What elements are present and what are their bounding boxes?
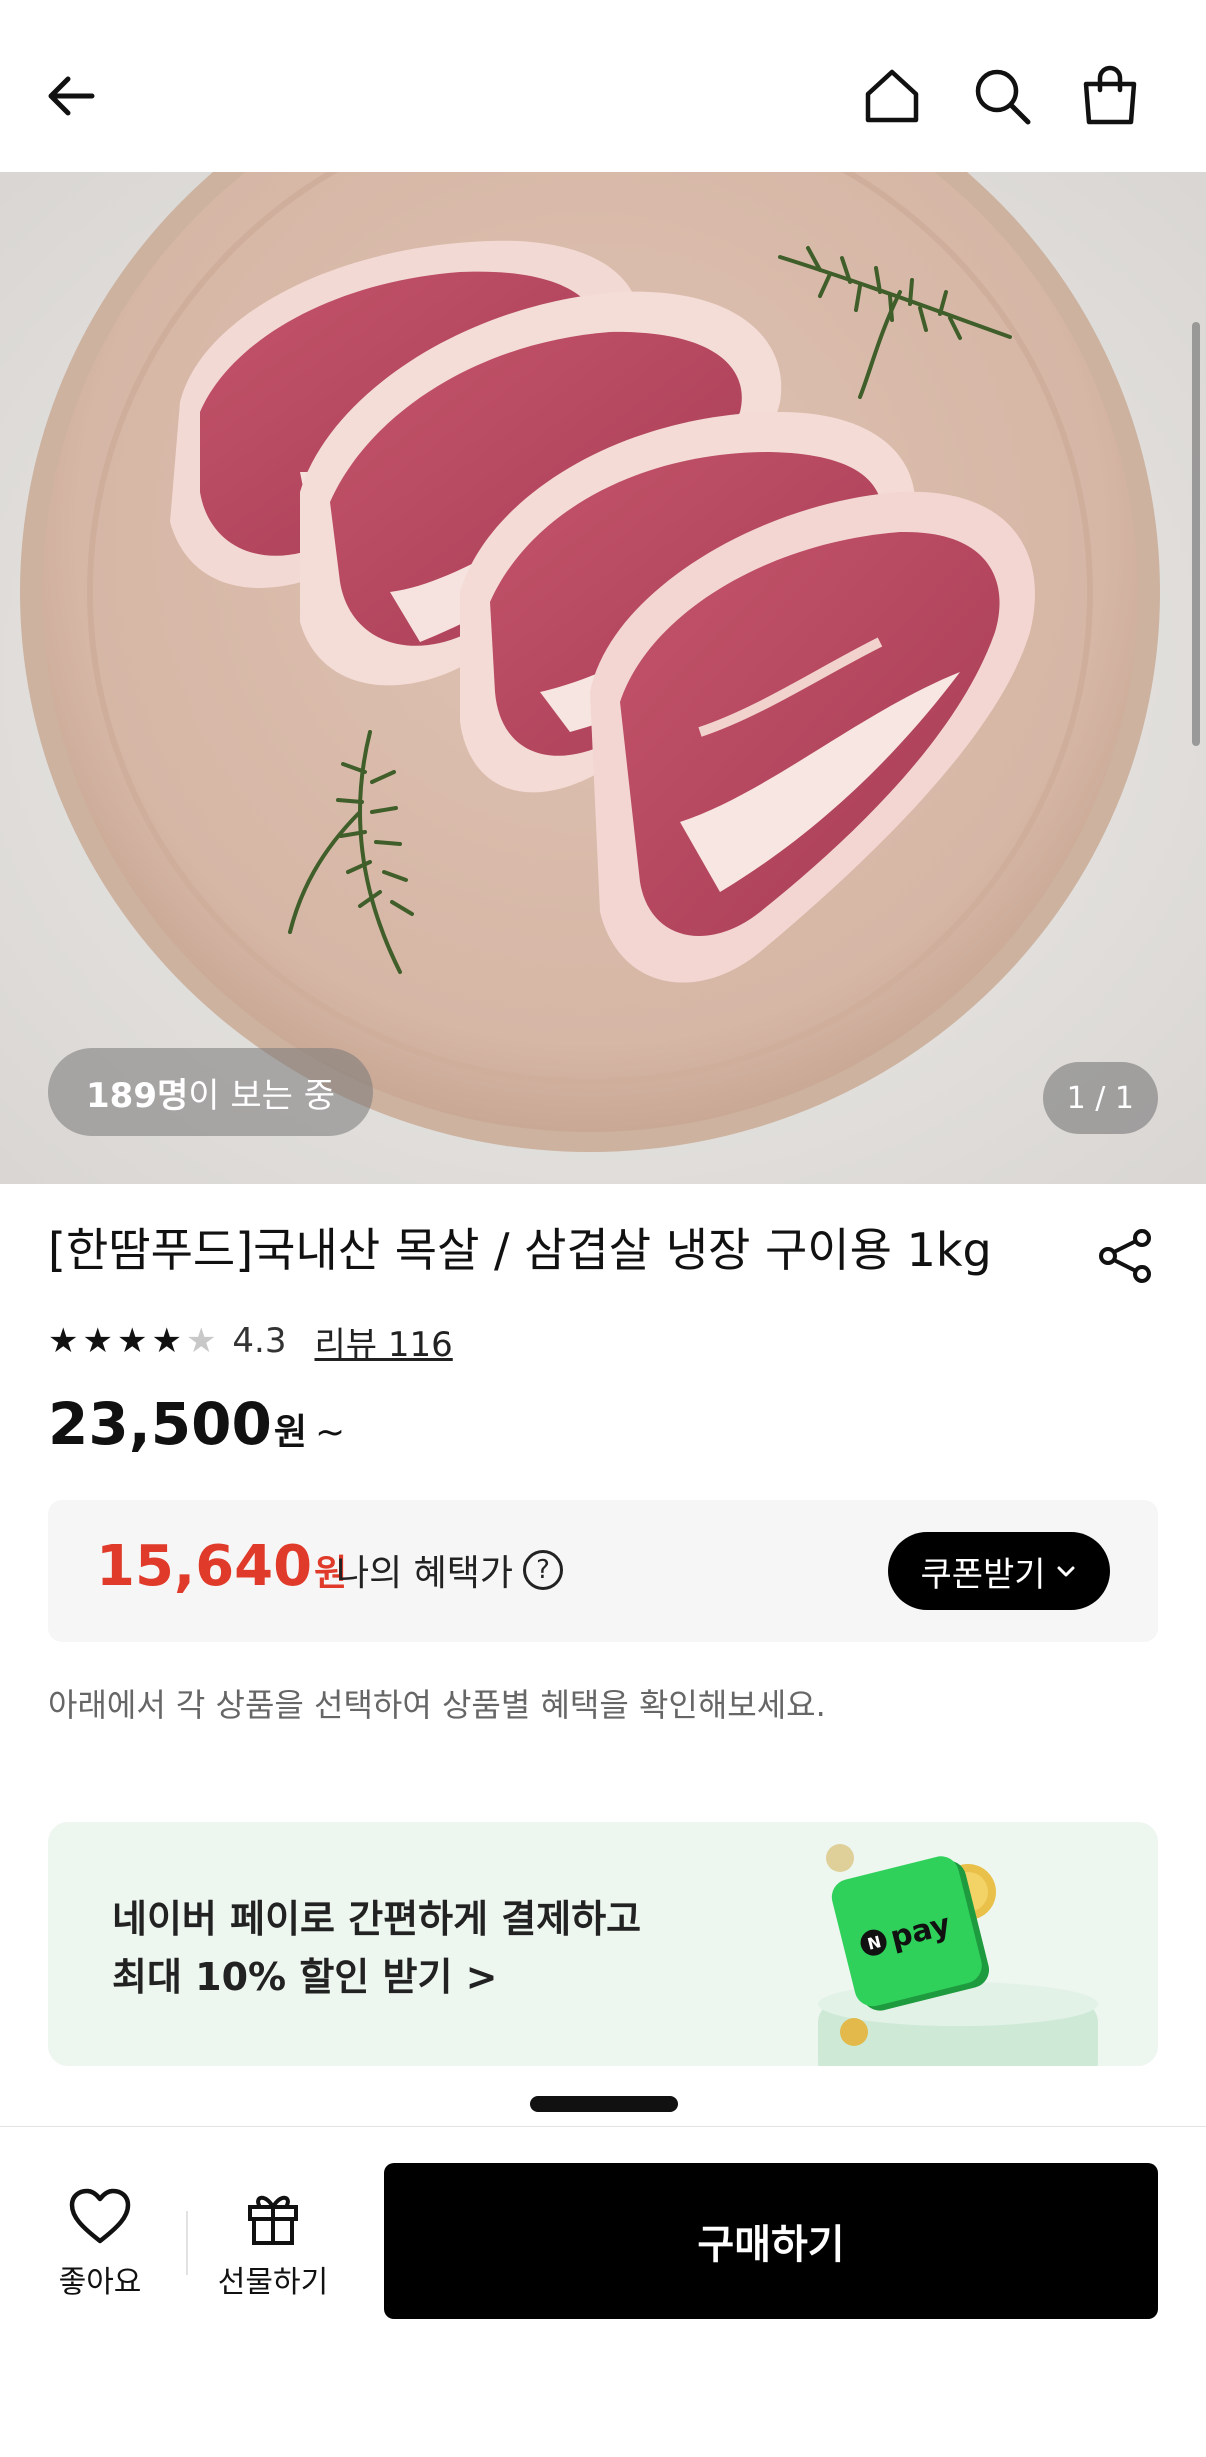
search-icon [975,69,1031,125]
help-icon[interactable]: ? [523,1550,564,1590]
like-label: 좋아요 [58,2265,142,2300]
price-unit: 원 [273,1412,307,1453]
npay-badge-illustration: N pay [818,1844,1098,2066]
chevron-down-icon [1057,1566,1075,1577]
share-icon [1099,1229,1151,1283]
review-link[interactable]: 리뷰 116 [315,1317,453,1366]
image-pager: 1 / 1 [1042,1062,1158,1134]
page-scrollbar[interactable] [1192,322,1200,746]
star-icon: ★ [151,1321,182,1361]
product-photo [0,172,1206,1184]
star-partial-icon: ★ [185,1321,217,1361]
gift-icon [248,2195,298,2245]
npay-promo-banner[interactable]: 네이버 페이로 간편하게 결제하고 최대 10% 할인 받기 > N pay [48,1822,1158,2066]
star-icon: ★ [116,1321,148,1361]
benefit-notice: 아래에서 각 상품을 선택하여 상품별 혜택을 확인해보세요. [48,1686,826,1724]
product-title: [한땀푸드]국내산 목살 / 삼겹살 냉장 구이용 1kg [48,1223,992,1277]
viewers-suffix: 이 보는 중 [188,1075,336,1116]
star-icon: ★ [82,1321,113,1361]
arrow-left-icon [48,76,95,116]
benefit-label: 나의 혜택가 [336,1553,514,1594]
share-button[interactable] [1094,1224,1158,1288]
banner-line-1: 네이버 페이로 간편하게 결제하고 [112,1897,642,1941]
back-button[interactable] [32,56,112,136]
rating-row: ★ ★ ★ ★ ★ 4.3 리뷰 116 [48,1316,453,1366]
viewers-badge: 189명 이 보는 중 [48,1048,374,1136]
product-image-gallery[interactable]: 189명 이 보는 중 1 / 1 [0,172,1206,1184]
rating-value: 4.3 [232,1321,287,1361]
home-button[interactable] [852,56,932,136]
buy-button[interactable]: 구매하기 [384,2163,1158,2319]
heart-icon [69,2188,131,2244]
banner-line-2: 최대 10% 할인 받기 > [112,1955,498,1999]
coupon-button[interactable]: 쿠폰받기 [888,1532,1110,1610]
divider [186,2211,188,2275]
product-title-row: [한땀푸드]국내산 목살 / 삼겹살 냉장 구이용 1kg [48,1220,1158,1290]
benefit-price-box: 15,640 원 나의 혜택가 ? 쿠폰받기 [48,1500,1158,1642]
gift-label: 선물하기 [217,2265,329,2300]
benefit-price: 15,640 원 [96,1534,347,1599]
sheet-drag-handle[interactable] [530,2096,678,2112]
top-nav-bar [0,0,1206,172]
cart-button[interactable] [1070,56,1150,136]
price-suffix: ~ [314,1412,346,1453]
home-icon [865,69,919,123]
star-icon: ★ [48,1321,79,1361]
gift-button[interactable]: 선물하기 [208,2187,338,2301]
bottom-action-bar: 좋아요 선물하기 구매하기 [0,2126,1206,2457]
coupon-button-label: 쿠폰받기 [920,1554,1046,1595]
shopping-bag-icon [1083,65,1137,125]
search-button[interactable] [962,56,1042,136]
rating-stars: ★ ★ ★ ★ ★ [48,1324,216,1358]
price-value: 23,500 [48,1390,272,1458]
benefit-price-value: 15,640 [96,1534,313,1599]
product-price: 23,500 원 ~ [48,1390,345,1460]
viewers-count: 189명 [86,1075,189,1116]
like-button[interactable]: 좋아요 [50,2187,150,2301]
benefit-label-row: 나의 혜택가 ? [336,1544,564,1596]
